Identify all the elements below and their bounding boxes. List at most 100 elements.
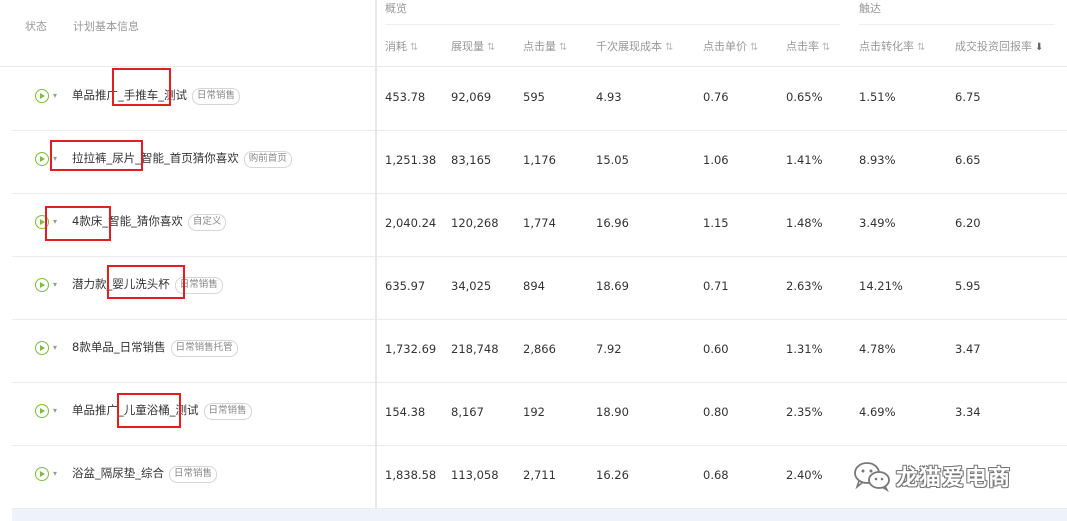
column-header-label: 点击率	[786, 40, 819, 53]
column-header-cpm[interactable]: 千次展现成本 ⇅	[596, 38, 673, 54]
cell-cost: 154.38	[385, 405, 426, 419]
cell-cpm: 16.96	[596, 216, 629, 230]
column-header-label: 点击转化率	[859, 40, 914, 53]
plan-name[interactable]: 浴盆_隔尿垫_综合 日常销售	[72, 465, 218, 483]
sort-icon[interactable]: ⇅	[917, 42, 925, 53]
cell-clicks: 1,774	[523, 216, 556, 230]
cell-cpc: 0.68	[703, 468, 729, 482]
cell-cost: 2,040.24	[385, 216, 437, 230]
table-header-left: 状态 计划基本信息	[0, 0, 376, 66]
cell-ctr: 2.63%	[786, 279, 823, 293]
cell-impressions: 113,058	[451, 468, 499, 482]
cell-impressions: 83,165	[451, 153, 492, 167]
table-row[interactable]: ▾ 拉拉裤_尿片_智能_首页猜你喜欢 购前首页 1,251.38 83,165 1,176…	[12, 130, 1067, 194]
sort-icon[interactable]: ⇅	[665, 42, 673, 53]
reach-group-divider	[859, 24, 1055, 25]
plan-info-column-header: 计划基本信息	[73, 20, 139, 33]
cell-clicks: 1,176	[523, 153, 556, 167]
highlight-box	[112, 68, 171, 106]
status-column-header: 状态	[25, 20, 47, 33]
cell-ctr: 1.31%	[786, 342, 823, 356]
highlight-box	[107, 265, 185, 299]
column-header-label: 展现量	[451, 40, 484, 53]
cell-roi: 3.34	[955, 405, 981, 419]
plan-name-text[interactable]: 8款单品_日常销售	[72, 340, 166, 354]
campaign-table: 状态 计划基本信息 概览 触达 消耗 ⇅ 展现量 ⇅ 点击量 ⇅ 千次展现成本 ⇅ 点击单价 ⇅ 点…	[0, 0, 1067, 521]
column-header-cpc[interactable]: 点击单价 ⇅	[703, 38, 758, 54]
column-header-label: 点击量	[523, 40, 556, 53]
column-header-roi[interactable]: 成交投资回报率 ⬇	[955, 38, 1043, 54]
status-dropdown-icon[interactable]: ▾	[53, 469, 57, 478]
cell-cpc: 0.60	[703, 342, 729, 356]
cell-impressions: 218,748	[451, 342, 499, 356]
column-header-cost[interactable]: 消耗 ⇅	[385, 38, 418, 54]
cell-click-conversion-rate: 1.51%	[859, 90, 896, 104]
cell-cpm: 16.26	[596, 468, 629, 482]
frozen-column-divider	[375, 0, 377, 521]
play-status-icon[interactable]	[35, 467, 49, 481]
cell-impressions: 8,167	[451, 405, 484, 419]
cell-click-conversion-rate: 3.49%	[859, 216, 896, 230]
cell-click-conversion-rate: 8.93%	[859, 153, 896, 167]
column-header-label: 成交投资回报率	[955, 40, 1032, 53]
status-dropdown-icon[interactable]: ▾	[53, 280, 57, 289]
column-header-click-conversion-rate[interactable]: 点击转化率 ⇅	[859, 38, 925, 54]
cell-ctr: 2.35%	[786, 405, 823, 419]
cell-click-conversion-rate: 4.69%	[859, 405, 896, 419]
cell-cpc: 1.06	[703, 153, 729, 167]
cell-clicks: 2,866	[523, 342, 556, 356]
cell-cost: 1,838.58	[385, 468, 437, 482]
status-dropdown-icon[interactable]: ▾	[53, 91, 57, 100]
status-dropdown-icon[interactable]: ▾	[53, 343, 57, 352]
cell-cost: 1,251.38	[385, 153, 437, 167]
play-status-icon[interactable]	[35, 152, 49, 166]
cell-clicks: 894	[523, 279, 545, 293]
table-row[interactable]: ▾ 8款单品_日常销售 日常销售托管 1,732.69 218,748 2,866 7.92…	[12, 319, 1067, 383]
sort-icon[interactable]: ⇅	[822, 42, 830, 53]
status-dropdown-icon[interactable]: ▾	[53, 406, 57, 415]
cell-clicks: 2,711	[523, 468, 556, 482]
highlight-box	[117, 393, 181, 428]
cell-roi: 6.75	[955, 90, 981, 104]
column-header-clicks[interactable]: 点击量 ⇅	[523, 38, 567, 54]
table-footer	[12, 509, 1067, 521]
sort-icon[interactable]: ⇅	[559, 42, 567, 53]
cell-click-conversion-rate: 14.21%	[859, 279, 903, 293]
sort-icon[interactable]: ⇅	[487, 42, 495, 53]
column-header-impressions[interactable]: 展现量 ⇅	[451, 38, 495, 54]
table-row[interactable]: ▾ 4款床_智能_猜你喜欢 自定义 2,040.24 120,268 1,774 16.96…	[12, 193, 1067, 257]
play-status-icon[interactable]	[35, 341, 49, 355]
cell-cpc: 0.80	[703, 405, 729, 419]
cell-clicks: 595	[523, 90, 545, 104]
cell-cpm: 4.93	[596, 90, 622, 104]
cell-cpc: 1.15	[703, 216, 729, 230]
cell-clicks: 192	[523, 405, 545, 419]
cell-cpc: 0.76	[703, 90, 729, 104]
highlight-box	[45, 206, 111, 241]
plan-name[interactable]: 8款单品_日常销售 日常销售托管	[72, 339, 238, 357]
cell-ctr: 1.41%	[786, 153, 823, 167]
column-header-ctr[interactable]: 点击率 ⇅	[786, 38, 830, 54]
cell-impressions: 34,025	[451, 279, 492, 293]
cell-cpm: 18.90	[596, 405, 629, 419]
sort-descending-icon[interactable]: ⬇	[1035, 42, 1043, 53]
wechat-icon	[854, 462, 890, 492]
overview-group-header: 概览	[385, 2, 407, 15]
cell-cpm: 15.05	[596, 153, 629, 167]
column-header-label: 消耗	[385, 40, 407, 53]
plan-type-badge: 日常销售	[169, 466, 218, 483]
column-header-label: 点击单价	[703, 40, 747, 53]
watermark: 龙猫爱电商	[852, 460, 1011, 492]
plan-name-text[interactable]: 浴盆_隔尿垫_综合	[72, 466, 164, 480]
plan-type-badge: 自定义	[187, 214, 227, 231]
cell-ctr: 2.40%	[786, 468, 823, 482]
play-status-icon[interactable]	[35, 89, 49, 103]
play-status-icon[interactable]	[35, 278, 49, 292]
reach-group-header: 触达	[859, 2, 881, 15]
watermark-text: 龙猫爱电商	[896, 466, 1012, 491]
cell-impressions: 92,069	[451, 90, 492, 104]
sort-icon[interactable]: ⇅	[410, 42, 418, 53]
sort-icon[interactable]: ⇅	[750, 42, 758, 53]
plan-type-badge: 购前首页	[243, 151, 292, 168]
play-status-icon[interactable]	[35, 404, 49, 418]
